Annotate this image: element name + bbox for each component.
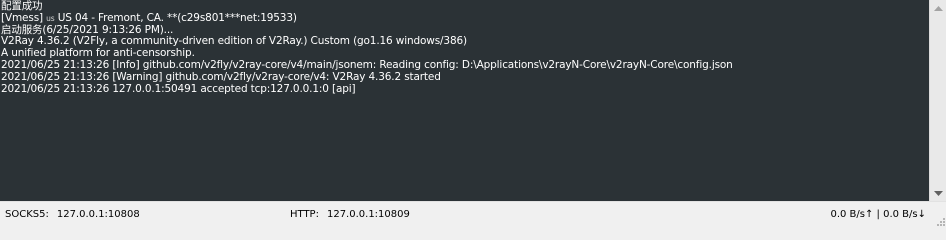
socks-label: SOCKS5: <box>5 209 49 220</box>
resize-grip-icon[interactable] <box>935 216 945 226</box>
socks-status: SOCKS5: 127.0.0.1:10808 <box>5 209 140 220</box>
speed-value: 0.0 B/s↑ | 0.0 B/s↓ <box>830 209 926 220</box>
v2rayn-main-window: 配置成功 [Vmess] us US 04 - Fremont, CA. **(… <box>0 0 946 227</box>
socks-address: 127.0.0.1:10808 <box>56 209 140 220</box>
http-status: HTTP: 127.0.0.1:10809 <box>290 209 410 220</box>
log-line-text: V2Ray 4.36.2 (V2Fly, a community-driven … <box>1 35 467 48</box>
us-flag-icon: us <box>46 13 55 23</box>
log-line-prefix: [Vmess] <box>1 11 47 24</box>
scroll-down-arrow-icon[interactable] <box>930 185 946 201</box>
log-vertical-scrollbar[interactable] <box>929 0 946 201</box>
scroll-up-arrow-icon[interactable] <box>930 0 946 16</box>
log-line-text: 配置成功 <box>1 0 43 12</box>
log-line: 2021/06/25 21:13:26 127.0.0.1:50491 acce… <box>0 82 929 96</box>
log-line-text: A unified platform for anti-censorship. <box>1 47 195 60</box>
log-output[interactable]: 配置成功 [Vmess] us US 04 - Fremont, CA. **(… <box>0 0 929 201</box>
http-address: 127.0.0.1:10809 <box>326 209 410 220</box>
scroll-thumb[interactable] <box>932 17 943 184</box>
log-line-text: 2021/06/25 21:13:26 127.0.0.1:50491 acce… <box>1 82 356 95</box>
speed-status: 0.0 B/s↑ | 0.0 B/s↓ <box>830 209 926 220</box>
status-bar: SOCKS5: 127.0.0.1:10808 HTTP: 127.0.0.1:10… <box>0 201 946 227</box>
log-line-text: 2021/06/25 21:13:26 [Warning] github.com… <box>1 70 441 83</box>
log-line-text: US 04 - Fremont, CA. **(c29s801***net:19… <box>54 11 297 24</box>
http-label: HTTP: <box>290 209 319 220</box>
log-line-text: 启动服务(6/25/2021 9:13:26 PM)... <box>1 23 174 36</box>
log-line-text: 2021/06/25 21:13:26 [Info] github.com/v2… <box>1 58 733 71</box>
